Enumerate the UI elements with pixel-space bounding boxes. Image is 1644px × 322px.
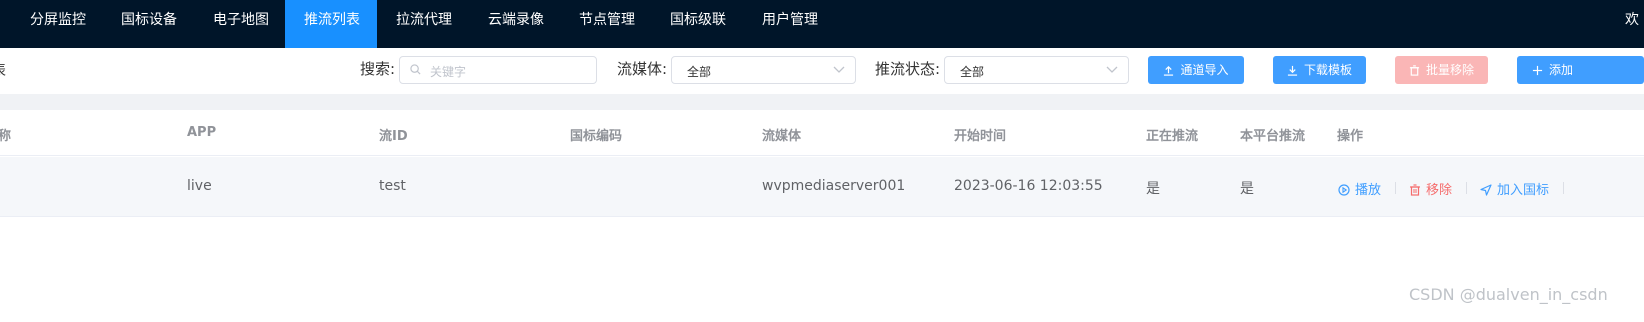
toolbar: 表 搜索: 关键字 流媒体: 全部 推流状态: 全部 通道导入 下载模板 批量移…: [0, 48, 1644, 94]
media-select[interactable]: 全部: [671, 56, 856, 84]
cell-stream-id: test: [379, 178, 406, 194]
welcome-text: 欢: [1625, 12, 1639, 28]
play-circle-icon: [1338, 184, 1350, 196]
nav-item-pull-proxy[interactable]: 拉流代理: [377, 0, 468, 48]
action-divider: [1466, 182, 1467, 194]
cell-media-server: wvpmediaserver001: [762, 178, 906, 194]
nav-item-split-monitor[interactable]: 分屏监控: [0, 0, 103, 48]
nav-item-node-manage[interactable]: 节点管理: [559, 0, 650, 48]
action-divider: [1563, 182, 1564, 194]
download-icon: [1287, 65, 1298, 76]
send-icon: [1480, 184, 1492, 196]
top-nav: 分屏监控 国标设备 电子地图 推流列表 拉流代理 云端录像 节点管理 国标级联 …: [0, 0, 1644, 48]
status-select-value: 全部: [960, 65, 985, 79]
remove-button[interactable]: 移除: [1409, 179, 1452, 198]
cell-app: live: [187, 178, 212, 194]
watermark: CSDN @dualven_in_csdn: [1409, 285, 1608, 304]
add-to-gb-button[interactable]: 加入国标: [1480, 179, 1549, 198]
col-app-header: APP: [187, 125, 217, 140]
status-label: 推流状态:: [875, 60, 941, 78]
col-self-platform-header: 本平台推流: [1240, 129, 1306, 144]
status-select[interactable]: 全部: [944, 56, 1129, 84]
search-placeholder: 关键字: [430, 65, 467, 79]
trash-icon: [1410, 184, 1420, 196]
col-pushing-header: 正在推流: [1146, 129, 1199, 144]
download-template-button[interactable]: 下载模板: [1273, 56, 1366, 84]
import-channel-button[interactable]: 通道导入: [1148, 56, 1244, 84]
plus-icon: [1532, 65, 1543, 76]
nav-item-push-list[interactable]: 推流列表: [285, 0, 377, 48]
search-label: 搜索:: [360, 60, 396, 78]
cell-start-time: 2023-06-16 12:03:55: [954, 178, 1103, 194]
media-label: 流媒体:: [617, 60, 668, 78]
col-actions-header: 操作: [1337, 129, 1364, 144]
cell-pushing: 是: [1146, 181, 1160, 197]
search-icon: [410, 64, 421, 75]
nav-item-user-manage[interactable]: 用户管理: [742, 0, 834, 48]
action-divider: [1395, 182, 1396, 194]
batch-remove-button[interactable]: 批量移除: [1395, 56, 1488, 84]
add-button[interactable]: 添加: [1517, 56, 1644, 84]
media-select-value: 全部: [687, 65, 712, 79]
col-media-server-header: 流媒体: [762, 129, 802, 144]
col-start-time-header: 开始时间: [954, 129, 1007, 144]
upload-icon: [1164, 65, 1174, 76]
nav-item-gb-cascade[interactable]: 国标级联: [650, 0, 742, 48]
trash-icon: [1409, 65, 1420, 76]
nav-item-gb-devices[interactable]: 国标设备: [103, 0, 194, 48]
cell-self-platform: 是: [1240, 181, 1254, 197]
col-name-header: 称: [0, 129, 12, 144]
chevron-down-icon: [833, 66, 845, 73]
page-title-fragment: 表: [0, 60, 6, 80]
chevron-down-icon: [1106, 66, 1118, 73]
search-input[interactable]: 关键字: [399, 56, 597, 84]
table-row: live test wvpmediaserver001 2023-06-16 1…: [0, 157, 1644, 217]
nav-item-map[interactable]: 电子地图: [194, 0, 285, 48]
separator-band: [0, 94, 1644, 110]
play-button[interactable]: 播放: [1338, 179, 1381, 198]
table-header: 称 APP 流ID 国标编码 流媒体 开始时间 正在推流 本平台推流 操作: [0, 110, 1644, 156]
nav-item-cloud-record[interactable]: 云端录像: [468, 0, 559, 48]
col-stream-id-header: 流ID: [379, 129, 408, 144]
col-gb-code-header: 国标编码: [570, 129, 623, 144]
